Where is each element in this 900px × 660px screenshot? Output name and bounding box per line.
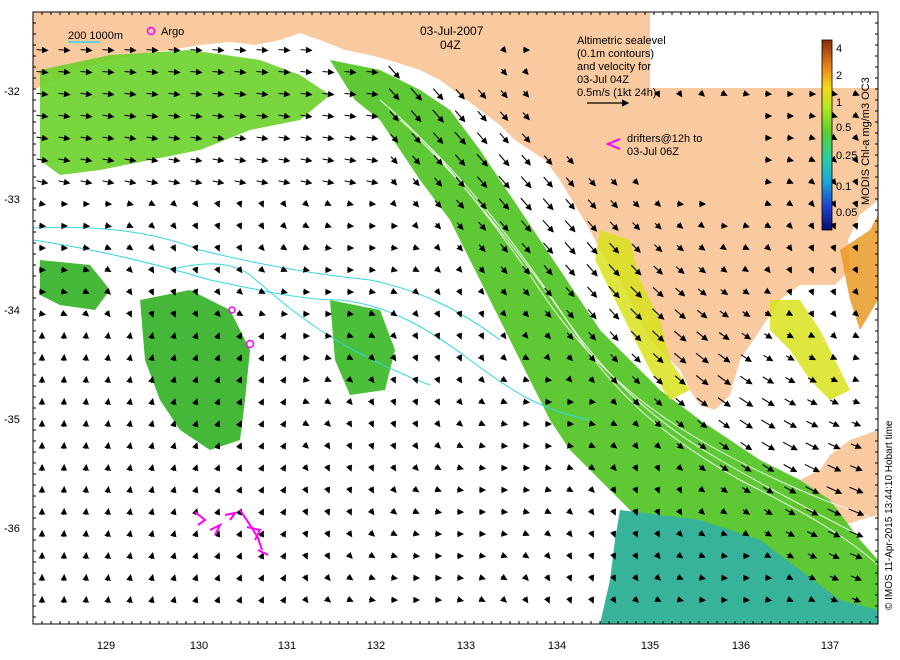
x-tick-label: 132 xyxy=(367,640,385,652)
colorbar-tick-label: 2 xyxy=(836,70,842,82)
altimetry-note-line: 0.5m/s (1kt 24h) xyxy=(577,87,656,99)
y-tick-label: -36 xyxy=(4,523,20,535)
velocity-arrow xyxy=(82,441,89,450)
velocity-arrow xyxy=(234,46,247,54)
velocity-arrow xyxy=(82,595,89,604)
altimetry-note-line: and velocity for xyxy=(577,61,651,73)
colorbar-tick-label: 0.05 xyxy=(836,207,857,219)
velocity-arrow xyxy=(82,331,89,340)
y-tick-label: -35 xyxy=(4,414,20,426)
velocity-arrow xyxy=(212,46,225,54)
x-tick-label: 131 xyxy=(278,640,296,652)
colorbar-tick-label: 0.25 xyxy=(836,150,857,162)
velocity-arrow xyxy=(80,46,93,54)
map-time: 04Z xyxy=(440,38,461,52)
velocity-arrow xyxy=(190,46,203,54)
velocity-arrow xyxy=(60,266,69,274)
velocity-arrow xyxy=(278,46,291,54)
velocity-arrow xyxy=(456,574,465,582)
velocity-arrow xyxy=(522,486,531,494)
velocity-arrow xyxy=(82,353,89,362)
x-tick-label: 130 xyxy=(190,640,208,652)
x-tick-label: 133 xyxy=(457,640,475,652)
velocity-arrow xyxy=(82,529,89,538)
velocity-arrow xyxy=(82,419,89,428)
x-axis-labels: 129 130 131 132 133 134 135 136 137 xyxy=(97,640,839,652)
velocity-arrow xyxy=(256,46,269,54)
velocity-arrow xyxy=(390,244,399,252)
velocity-arrow xyxy=(588,398,597,406)
velocity-arrow xyxy=(82,463,89,472)
y-tick-label: -33 xyxy=(4,194,20,206)
velocity-arrow xyxy=(124,46,137,54)
credit-text: © IMOS 11-Apr-2015 13:44:10 Hobart time xyxy=(884,420,895,610)
y-axis-labels: -32 -33 -34 -35 -36 xyxy=(4,86,20,535)
velocity-arrow xyxy=(544,376,553,384)
colorbar-tick-label: 0.1 xyxy=(836,181,851,193)
colorbar-scale xyxy=(821,39,833,231)
altimetry-note-line: 03-Jul 04Z xyxy=(577,74,629,86)
altimetry-note-line: Altimetric sealevel xyxy=(577,35,666,47)
x-tick-label: 135 xyxy=(641,640,659,652)
velocity-arrow xyxy=(146,46,159,54)
velocity-arrow xyxy=(82,485,89,494)
scale-label: 200 1000m xyxy=(68,30,123,42)
velocity-arrow xyxy=(786,134,795,142)
x-tick-label: 134 xyxy=(548,640,566,652)
velocity-arrow xyxy=(82,375,89,384)
velocity-arrow xyxy=(82,397,89,406)
drifter-note-line: 03-Jul 06Z xyxy=(627,146,679,158)
velocity-arrow xyxy=(300,46,313,54)
velocity-arrow xyxy=(412,552,421,560)
velocity-arrow xyxy=(36,46,49,54)
map-date: 03-Jul-2007 xyxy=(420,24,484,38)
velocity-arrow xyxy=(346,222,355,230)
velocity-arrow xyxy=(58,46,71,54)
velocity-arrow xyxy=(82,551,89,560)
drifter-note-line: drifters@12h to xyxy=(627,133,702,145)
velocity-arrow xyxy=(324,332,333,340)
x-tick-label: 129 xyxy=(97,640,115,652)
colorbar-tick-label: 4 xyxy=(836,43,842,55)
colorbar-tick-label: 1 xyxy=(836,97,842,109)
velocity-arrow xyxy=(82,573,89,582)
velocity-arrow xyxy=(676,200,685,208)
velocity-arrow xyxy=(82,507,89,516)
y-tick-label: -32 xyxy=(4,86,20,98)
map-figure: 129 130 131 132 133 134 135 136 137 -32 … xyxy=(4,11,895,652)
y-tick-label: -34 xyxy=(4,305,20,317)
velocity-arrow xyxy=(478,464,487,472)
velocity-arrow xyxy=(168,46,181,54)
colorbar-tick-label: 0.5 xyxy=(836,122,851,134)
x-tick-label: 136 xyxy=(732,640,750,652)
altimetry-note-line: (0.1m contours) xyxy=(577,48,654,60)
velocity-arrow xyxy=(280,310,289,318)
velocity-arrow xyxy=(720,222,729,230)
argo-label: Argo xyxy=(161,26,184,38)
velocity-arrow xyxy=(102,46,115,54)
colorbar-title: MODIS Chl-a mg/m3 OC3 xyxy=(860,77,872,205)
x-tick-label: 137 xyxy=(821,640,839,652)
